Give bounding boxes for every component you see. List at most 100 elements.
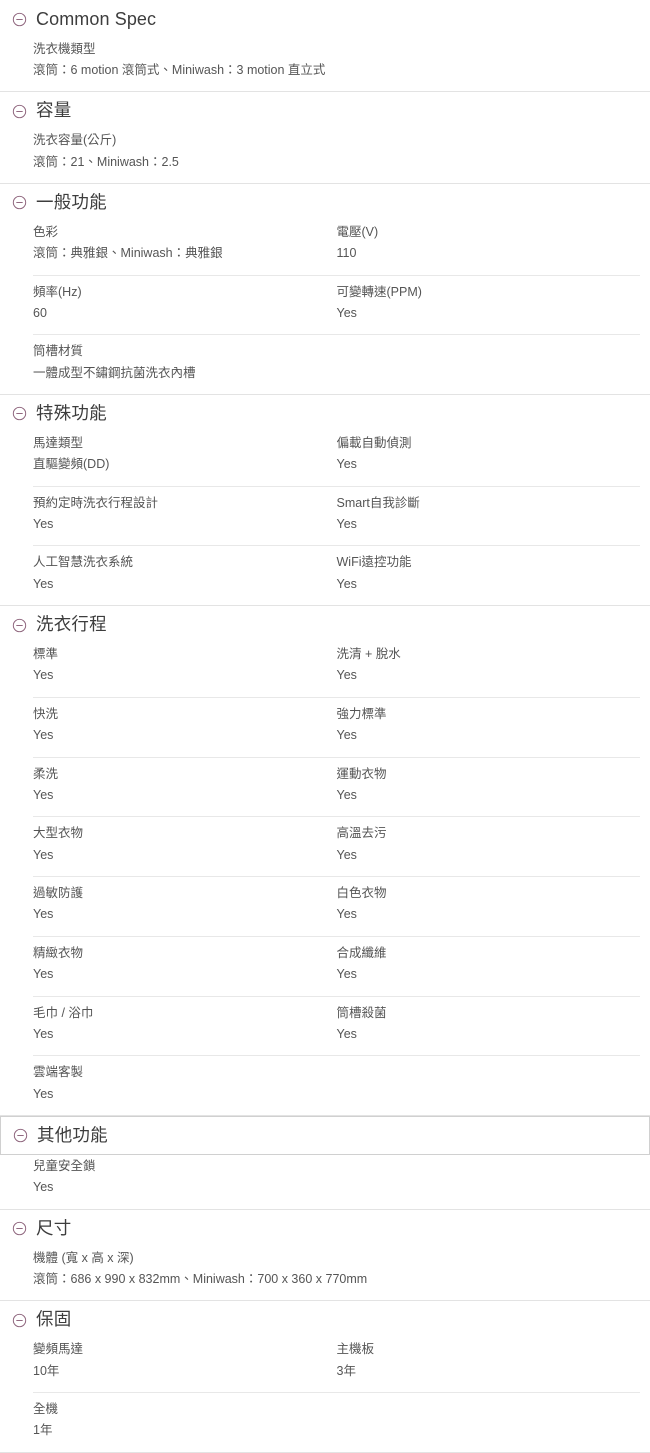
spec-cell: 兒童安全鎖 Yes (33, 1157, 640, 1198)
minus-circle-icon[interactable] (13, 1128, 28, 1143)
spec-label: 精緻衣物 (33, 945, 84, 960)
spec-section-common-spec: Common Spec 洗衣機類型滾筒：6 motion 滾筒式、Miniwash… (0, 0, 650, 93)
spec-cell: 筒槽殺菌 Yes (337, 1004, 641, 1045)
minus-circle-icon[interactable] (12, 618, 27, 633)
minus-circle-icon[interactable] (12, 12, 27, 27)
spec-label: 運動衣物 (336, 766, 387, 781)
section-header-general-function[interactable]: 一般功能 (0, 184, 650, 221)
spec-label: 機體 (寬 x 高 x 深) (33, 1250, 134, 1265)
spec-value: Yes (33, 728, 54, 743)
spec-row: 洗衣容量(公斤) 滾筒：21、Miniwash：2.5 (33, 129, 640, 183)
spec-row: 柔洗 Yes 運動衣物 Yes (33, 756, 640, 817)
spec-value: 一體成型不鏽鋼抗菌洗衣內槽 (33, 365, 196, 380)
spec-label: 強力標準 (336, 706, 387, 721)
minus-circle-icon[interactable] (12, 195, 27, 210)
section-body-other-function: 兒童安全鎖 Yes (0, 1155, 650, 1209)
spec-cell: WiFi遠控功能 Yes (337, 553, 641, 594)
spec-value: Yes (33, 787, 54, 802)
spec-label: 洗衣機類型 (33, 41, 96, 56)
section-header-capacity[interactable]: 容量 (0, 92, 650, 129)
spec-section-other-function: 其他功能兒童安全鎖 Yes (0, 1116, 650, 1210)
section-header-warranty[interactable]: 保固 (0, 1301, 650, 1338)
spec-section-special-function: 特殊功能 馬達類型 直驅變頻(DD) 偏載自動偵測 Yes 預約定時洗衣行程設計 Yes Sm… (0, 395, 650, 607)
minus-circle-icon[interactable] (12, 104, 27, 119)
spec-value: 滾筒：典雅銀、Miniwash：典雅銀 (33, 246, 223, 261)
spec-cell: 預約定時洗衣行程設計 Yes (33, 494, 337, 535)
spec-row: 色彩 滾筒：典雅銀、Miniwash：典雅銀 電壓(V) 110 (33, 221, 640, 275)
spec-cell: 人工智慧洗衣系統 Yes (33, 553, 337, 594)
section-body-special-function: 馬達類型 直驅變頻(DD) 偏載自動偵測 Yes 預約定時洗衣行程設計 Yes Smart自… (0, 432, 650, 605)
spec-value: 滾筒：686 x 990 x 832mm、Miniwash：700 x 360 … (33, 1271, 368, 1286)
spec-value: Yes (33, 967, 54, 982)
section-header-other-function[interactable]: 其他功能 (0, 1116, 650, 1155)
spec-label: 白色衣物 (336, 886, 387, 900)
spec-cell: 主機板 3年 (337, 1340, 641, 1381)
section-title: 尺寸 (36, 1217, 72, 1238)
spec-section-warranty: 保固 變頻馬達 10年 主機板 3年全機 1年 (0, 1301, 650, 1453)
spec-value: Yes (33, 907, 54, 922)
spec-label: 快洗 (33, 706, 59, 721)
spec-value: Yes (336, 847, 357, 862)
spec-cell: 洗清 + 脫水 Yes (337, 645, 641, 686)
spec-label: 雲端客製 (33, 1065, 84, 1080)
spec-row: 頻率(Hz) 60 可變轉速(PPM) Yes (33, 274, 641, 335)
spec-label: 變頻馬達 (33, 1342, 84, 1357)
spec-label: 毛巾 / 浴巾 (33, 1005, 94, 1020)
spec-cell: 大型衣物 Yes (33, 824, 337, 865)
spec-label: 電壓(V) (336, 224, 379, 239)
spec-label: 偏載自動偵測 (336, 435, 412, 450)
spec-value: Yes (336, 1026, 357, 1041)
spec-row: 快洗 Yes 強力標準 Yes (33, 696, 640, 757)
section-header-common-spec[interactable]: Common Spec (0, 0, 650, 38)
minus-circle-icon[interactable] (12, 1313, 27, 1328)
section-body-dimensions: 機體 (寬 x 高 x 深) 滾筒：686 x 990 x 832mm、Miniw… (0, 1247, 650, 1301)
spec-row: 變頻馬達 10年 主機板 3年 (33, 1338, 640, 1392)
section-header-wash-programs[interactable]: 洗衣行程 (0, 606, 650, 643)
spec-value: Yes (336, 517, 357, 531)
spec-value: Yes (33, 576, 54, 591)
spec-section-wash-programs: 洗衣行程 標準 Yes 洗清 + 脫水 Yes 快洗 Yes 強力標準 Yes 柔洗 Yes 運動衣物… (0, 606, 650, 1116)
spec-value: Yes (336, 907, 357, 922)
spec-value: Yes (336, 967, 357, 982)
spec-row: 毛巾 / 浴巾 Yes 筒槽殺菌 Yes (33, 995, 641, 1056)
spec-cell: 合成纖維 Yes (337, 944, 641, 985)
section-title: Common Spec (36, 9, 157, 29)
spec-row: 機體 (寬 x 高 x 深) 滾筒：686 x 990 x 832mm、Miniw… (33, 1247, 640, 1301)
spec-cell: 洗衣容量(公斤) 滾筒：21、Miniwash：2.5 (33, 131, 640, 172)
spec-row: 筒槽材質一體成型不鏽鋼抗菌洗衣內槽 (33, 334, 640, 394)
spec-label: 兒童安全鎖 (33, 1158, 96, 1173)
section-body-general-function: 色彩 滾筒：典雅銀、Miniwash：典雅銀 電壓(V) 110 頻率(Hz) 60 可變轉… (0, 221, 650, 394)
spec-value: Yes (33, 847, 54, 862)
spec-cell: 柔洗 Yes (33, 765, 337, 806)
spec-cell: 變頻馬達 10年 (33, 1340, 337, 1381)
spec-cell: 快洗 Yes (33, 705, 337, 746)
spec-value: Yes (336, 576, 357, 591)
spec-label: 高溫去污 (336, 826, 387, 841)
section-header-special-function[interactable]: 特殊功能 (0, 395, 650, 432)
spec-value: Yes (336, 305, 357, 320)
spec-label: 筒槽殺菌 (336, 1005, 387, 1020)
minus-circle-icon[interactable] (12, 406, 27, 421)
spec-row: 標準 Yes 洗清 + 脫水 Yes (33, 643, 640, 697)
section-header-dimensions[interactable]: 尺寸 (0, 1210, 650, 1247)
spec-section-dimensions: 尺寸機體 (寬 x 高 x 深) 滾筒：686 x 990 x 832mm、Min… (0, 1210, 650, 1302)
spec-value: Yes (33, 1086, 54, 1101)
spec-value: 60 (33, 305, 47, 320)
spec-row: 人工智慧洗衣系統 Yes WiFi遠控功能 Yes (33, 545, 640, 605)
spec-cell: 可變轉速(PPM) Yes (337, 283, 641, 324)
spec-value: Yes (336, 457, 357, 472)
spec-value: 滾筒：6 motion 滾筒式、Miniwash：3 motion 直立式 (33, 62, 326, 77)
spec-cell: 全機 1年 (33, 1400, 640, 1441)
spec-cell: 機體 (寬 x 高 x 深) 滾筒：686 x 990 x 832mm、Miniw… (33, 1249, 640, 1290)
spec-value: Yes (33, 1180, 54, 1195)
spec-label: 洗衣容量(公斤) (33, 133, 117, 148)
spec-row: 洗衣機類型滾筒：6 motion 滾筒式、Miniwash：3 motion 直… (33, 38, 640, 92)
spec-row: 兒童安全鎖 Yes (33, 1155, 640, 1209)
spec-value: Yes (336, 728, 357, 743)
spec-label: 筒槽材質 (33, 344, 84, 359)
minus-circle-icon[interactable] (12, 1221, 27, 1236)
section-title: 一般功能 (36, 191, 107, 212)
spec-label: 頻率(Hz) (33, 284, 82, 299)
spec-row: 馬達類型 直驅變頻(DD) 偏載自動偵測 Yes (33, 432, 640, 486)
spec-row: 精緻衣物 Yes 合成纖維 Yes (33, 935, 641, 996)
